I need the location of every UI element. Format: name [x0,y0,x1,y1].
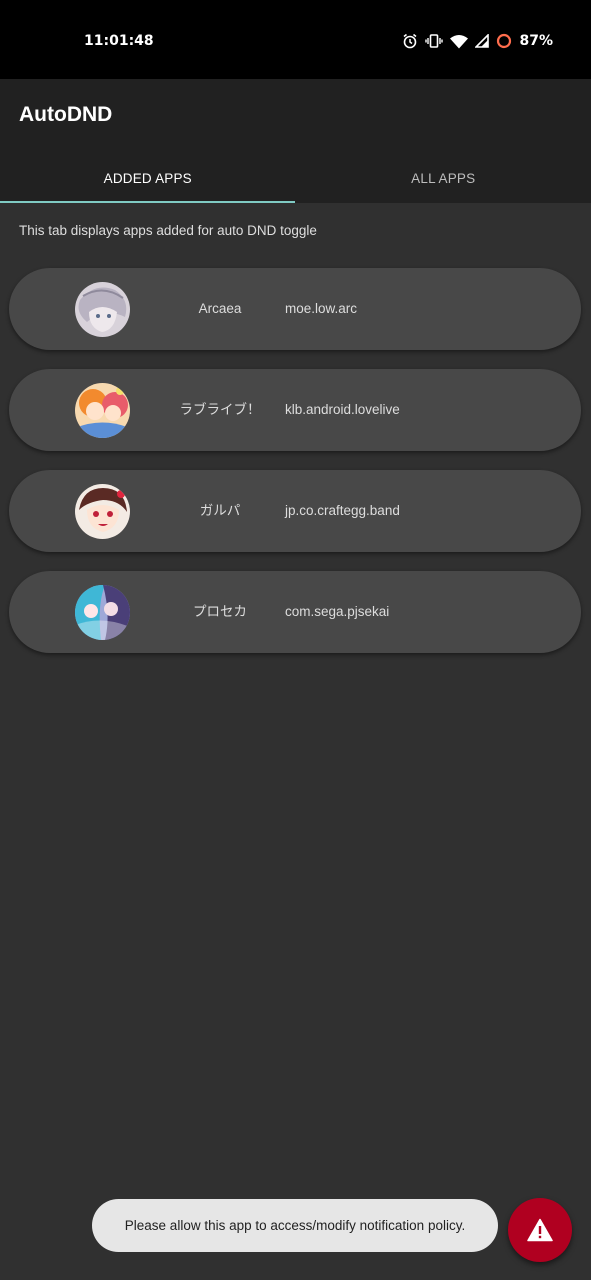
app-name: ラブライブ！ [179,402,261,417]
app-name: ガルパ [199,503,241,518]
app-title: AutoDND [19,103,113,126]
status-bar: 11:01:48 87% [0,0,591,79]
arcaea-app-icon [75,282,130,337]
garupa-app-icon [75,484,130,539]
warning-fab-button[interactable] [508,1198,572,1262]
app-package-name: klb.android.lovelive [285,402,400,417]
app-package-name: com.sega.pjsekai [285,604,390,619]
tab-description: This tab displays apps added for auto DN… [19,223,317,238]
app-name: プロセカ [193,604,247,619]
status-time: 11:01:48 [84,33,154,49]
added-apps-list: Arcaea moe.low.arc ラブライブ！ klb.android.lo… [9,268,581,672]
wifi-icon [450,34,469,48]
app-package-name: moe.low.arc [285,301,358,316]
pjsekai-app-icon [75,585,130,640]
permission-toast: Please allow this app to access/modify n… [92,1199,498,1252]
app-bar: AutoDND ADDED APPS ALL APPS [0,79,591,203]
status-icons: 87% [402,31,553,51]
vibrate-icon [425,34,444,48]
alarm-icon [403,33,417,49]
app-name: Arcaea [198,301,242,316]
app-list-item[interactable]: ガルパ jp.co.craftegg.band [9,470,581,552]
app-list-item[interactable]: Arcaea moe.low.arc [9,268,581,350]
warning-icon [527,1218,553,1242]
tab-added-apps[interactable]: ADDED APPS [0,153,296,203]
tab-indicator [0,201,295,203]
app-package-name: jp.co.craftegg.band [285,503,400,518]
tab-all-apps[interactable]: ALL APPS [296,153,591,203]
app-list-item[interactable]: プロセカ com.sega.pjsekai [9,571,581,653]
tab-bar: ADDED APPS ALL APPS [0,153,591,203]
signal-icon [475,34,490,48]
battery-ring-icon [497,33,512,49]
battery-percentage: 87% [519,33,553,49]
lovelive-app-icon [75,383,130,438]
app-list-item[interactable]: ラブライブ！ klb.android.lovelive [9,369,581,451]
